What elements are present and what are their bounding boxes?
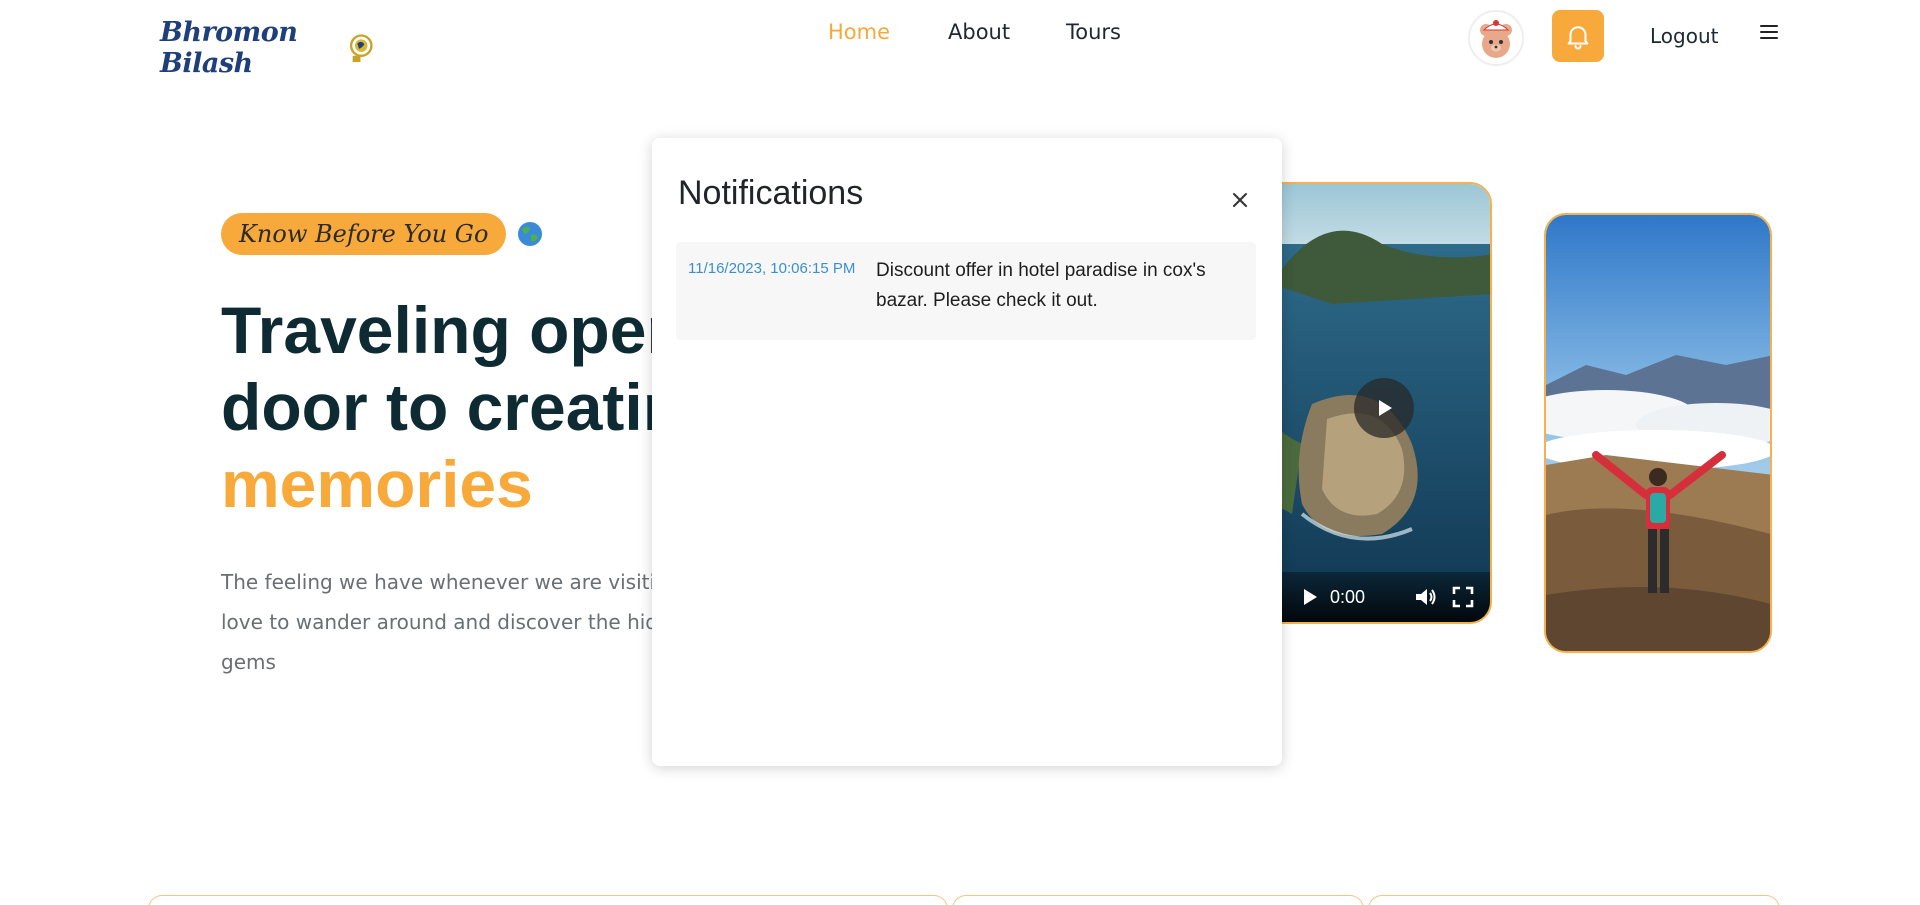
hero-title-line1: Traveling open — [221, 293, 687, 367]
user-avatar[interactable] — [1468, 10, 1524, 66]
bottom-card-1 — [148, 895, 948, 905]
modal-title: Notifications — [678, 174, 864, 212]
know-before-badge: Know Before You Go — [221, 213, 507, 255]
notifications-modal: Notifications 11/16/2023, 10:06:15 PM Di… — [652, 138, 1282, 766]
hiker-photo — [1544, 213, 1772, 653]
video-time: 0:00 — [1330, 586, 1366, 607]
main-nav: Home About Tours — [0, 20, 1920, 50]
nav-home-link[interactable]: Home — [828, 20, 890, 44]
avatar-bear-icon — [1480, 20, 1512, 58]
hero-title: Traveling open door to creatin memories — [221, 292, 687, 523]
bottom-card-3 — [1368, 895, 1780, 905]
play-icon — [1379, 400, 1392, 416]
video-play-overlay[interactable] — [1354, 378, 1414, 438]
globe-emoji-icon — [518, 222, 543, 246]
video-play-button-icon[interactable] — [1300, 587, 1320, 607]
hamburger-menu-icon[interactable] — [1758, 22, 1780, 42]
volume-icon[interactable] — [1414, 586, 1438, 608]
hero-description: The feeling we have whenever we are visi… — [221, 570, 681, 674]
close-icon — [1233, 193, 1247, 207]
notification-time: 11/16/2023, 10:06:15 PM — [688, 260, 856, 277]
notification-message: Discount offer in hotel paradise in cox'… — [876, 260, 1206, 311]
bottom-card-2 — [952, 895, 1364, 905]
hero-title-line2: door to creatin — [221, 370, 684, 444]
logout-link[interactable]: Logout — [1650, 24, 1718, 48]
hero-badge-row: Know Before You Go — [221, 213, 544, 255]
notification-item[interactable]: 11/16/2023, 10:06:15 PM Discount offer i… — [676, 242, 1256, 340]
nav-tours-link[interactable]: Tours — [1066, 20, 1121, 44]
nav-about-link[interactable]: About — [948, 20, 1010, 44]
modal-close-button[interactable] — [1226, 186, 1254, 214]
bell-icon — [1567, 26, 1589, 50]
hero-title-accent: memories — [221, 447, 533, 521]
fullscreen-icon[interactable] — [1452, 586, 1474, 608]
hiker-mountain-image — [1546, 215, 1770, 651]
notifications-button[interactable] — [1552, 10, 1604, 62]
